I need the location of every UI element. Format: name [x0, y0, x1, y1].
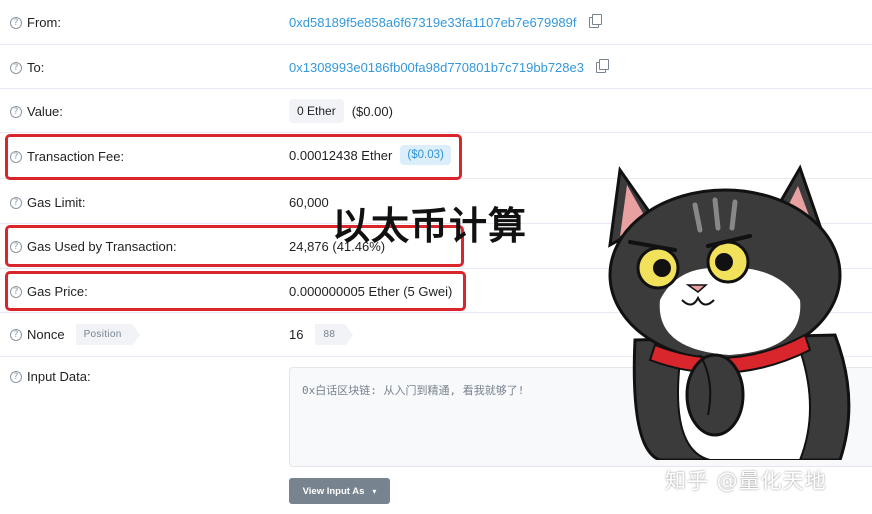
chevron-down-icon: ▾: [372, 486, 377, 496]
position-value-tag: 88: [315, 324, 353, 346]
from-address-link[interactable]: 0xd58189f5e858a6f67319e33fa1107eb7e67998…: [289, 15, 577, 30]
from-value: 0xd58189f5e858a6f67319e33fa1107eb7e67998…: [289, 14, 602, 30]
to-value: 0x1308993e0186fb00fa98d770801b7c719bb728…: [289, 59, 609, 75]
help-icon[interactable]: ?: [10, 16, 22, 29]
highlight-box-fee: [5, 134, 462, 180]
help-icon[interactable]: ?: [10, 328, 22, 341]
help-icon[interactable]: ?: [10, 370, 22, 383]
copy-icon[interactable]: [588, 14, 602, 28]
nonce-text: 16: [289, 327, 304, 342]
view-input-as-button[interactable]: View Input As ▾: [289, 478, 390, 504]
position-tag: Position: [75, 324, 140, 346]
view-input-as-label: View Input As: [302, 485, 365, 497]
gas-limit-label: Gas Limit:: [27, 195, 86, 210]
to-label: To:: [27, 60, 45, 75]
input-data-label: Input Data:: [27, 369, 91, 384]
row-value: ? Value: 0 Ether ($0.00): [0, 89, 872, 133]
to-address-link[interactable]: 0x1308993e0186fb00fa98d770801b7c719bb728…: [289, 60, 584, 75]
label-input-data: ? Input Data:: [10, 369, 91, 384]
help-icon[interactable]: ?: [10, 61, 22, 74]
highlight-box-gas-price: [5, 271, 466, 311]
value-value: 0 Ether ($0.00): [289, 99, 393, 123]
watermark-text: 知乎 @量化天地: [665, 469, 827, 493]
label-gas-limit: ? Gas Limit:: [10, 195, 86, 210]
input-data-text: 0x白话区块链: 从入门到精通, 看我就够了!: [302, 384, 525, 397]
label-to: ? To:: [10, 60, 44, 75]
label-value: ? Value:: [10, 104, 63, 119]
row-to: ? To: 0x1308993e0186fb00fa98d770801b7c71…: [0, 45, 872, 89]
help-icon[interactable]: ?: [10, 196, 22, 209]
help-icon[interactable]: ?: [10, 105, 22, 118]
from-label: From:: [27, 15, 61, 30]
overlay-title: 以太币计算: [332, 204, 528, 248]
value-label: Value:: [27, 104, 63, 119]
value-usd: ($0.00): [351, 103, 393, 119]
label-from: ? From:: [10, 15, 61, 30]
cat-illustration: [608, 164, 851, 460]
ether-amount-pill: 0 Ether: [289, 99, 344, 123]
gas-limit-text: 60,000: [289, 195, 329, 210]
nonce-value: 16 88: [289, 324, 353, 346]
nonce-label: Nonce: [27, 327, 65, 342]
row-from: ? From: 0xd58189f5e858a6f67319e33fa1107e…: [0, 0, 872, 45]
gas-limit-value: 60,000: [289, 195, 329, 210]
copy-icon[interactable]: [595, 59, 609, 73]
label-nonce: ? Nonce Position: [10, 324, 140, 346]
